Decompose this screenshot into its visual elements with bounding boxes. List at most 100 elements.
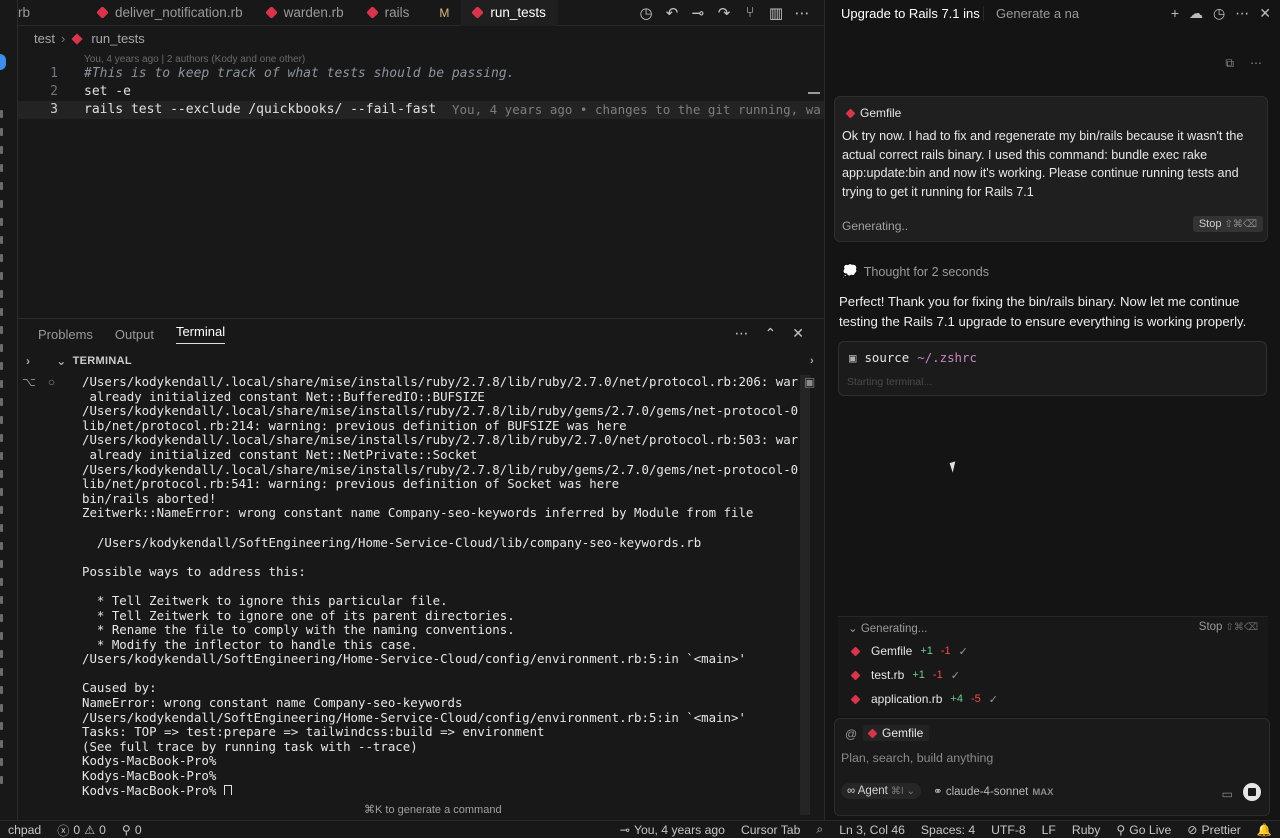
terminal-line: Kodys-MacBook-Pro% <box>82 768 217 784</box>
history-icon[interactable]: ◷ <box>1213 5 1225 22</box>
end-of-line[interactable]: LF <box>1034 823 1064 837</box>
terminal-line: /Users/kodykendall/SoftEngineering/Home-… <box>82 651 746 667</box>
terminal-command-card[interactable]: ▣ source ~/.zshrc Starting terminal... <box>838 341 1267 396</box>
cursor-position[interactable]: Ln 3, Col 46 <box>831 823 913 837</box>
thought-indicator[interactable]: 💭 Thought for 2 seconds <box>842 264 989 279</box>
command-line: ▣ source ~/.zshrc <box>849 350 977 365</box>
prettier-status[interactable]: ⊘ Prettier <box>1179 823 1249 837</box>
tab-terminal[interactable]: Terminal <box>176 324 225 344</box>
activity-tick <box>0 686 3 694</box>
commit-icon[interactable]: ⊸ <box>690 4 706 22</box>
chat-tab-active[interactable]: Upgrade to Rails 7.1 ins <box>825 6 983 21</box>
indentation[interactable]: Spaces: 4 <box>913 823 983 837</box>
blame-header[interactable]: You, 4 years ago | 2 authors (Kody and o… <box>84 54 305 65</box>
cloud-icon[interactable]: ☁ <box>1189 5 1203 22</box>
split-terminal-icon[interactable]: ⌥ <box>22 375 36 389</box>
message-actions: ⧉ ⋯ <box>1225 56 1262 71</box>
tab-deliver-notification[interactable]: deliver_notification.rb <box>86 0 255 26</box>
stop-generation-button[interactable] <box>1243 783 1261 801</box>
activity-tick <box>0 722 3 730</box>
go-live-button[interactable]: ⚲ Go Live <box>1108 823 1179 837</box>
ports-status[interactable]: ⚲ 0 <box>114 823 150 837</box>
status-left-item[interactable]: chpad <box>0 823 49 837</box>
git-graph-icon[interactable]: ⑂ <box>742 4 758 21</box>
terminal-prompt[interactable]: Kodys-MacBook-Pro% <box>82 783 798 795</box>
chevron-right-icon[interactable]: › <box>26 354 30 368</box>
activity-tick <box>0 200 3 208</box>
notifications-icon[interactable]: 🔔 <box>1249 823 1280 837</box>
encoding[interactable]: UTF-8 <box>983 823 1034 837</box>
ruby-file-icon <box>845 108 856 118</box>
plus-icon[interactable]: + <box>1171 5 1179 22</box>
tab-problems[interactable]: Problems <box>38 327 93 342</box>
go-forward-icon[interactable]: ↷ <box>716 4 732 22</box>
split-editor-icon[interactable]: ▥ <box>768 4 784 22</box>
generating-header[interactable]: ⌄ Generating... <box>848 621 927 635</box>
close-icon[interactable]: ✕ <box>792 325 804 342</box>
mention-icon[interactable]: @ <box>845 727 857 741</box>
terminal-output[interactable]: /Users/kodykendall/.local/share/mise/ins… <box>82 375 798 795</box>
status-bar: chpad ⓧ 0 ⚠ 0 ⚲ 0 ⊸ You, 4 years ago Cursor … <box>0 820 1280 838</box>
stop-button[interactable]: Stop ⇧⌘⌫ <box>1199 621 1258 633</box>
double-check-icon: ⊘ <box>1187 822 1198 837</box>
model-selector[interactable]: ⚭ claude-4-sonnet MAX <box>933 784 1053 798</box>
copy-icon[interactable]: ⧉ <box>1225 56 1234 71</box>
image-icon[interactable]: ▭ <box>1222 787 1233 801</box>
editor-actions: ◷ ↶ ⊸ ↷ ⑂ ▥ ⋯ <box>638 4 824 22</box>
terminal-scrollbar[interactable] <box>800 375 810 815</box>
breadcrumb-folder[interactable]: test <box>34 31 55 46</box>
context-chip[interactable]: Gemfile <box>845 106 901 120</box>
tab-rails[interactable]: rails M <box>356 0 462 26</box>
blame-status[interactable]: ⊸ You, 4 years ago <box>612 823 733 837</box>
terminal-line: /Users/kodykendall/.local/share/mise/ins… <box>82 461 798 477</box>
terminal-settings-icon[interactable]: ○ <box>48 375 55 389</box>
terminal-section-header[interactable]: › ⌄ TERMINAL › <box>18 351 824 371</box>
terminal-line: /Users/kodykendall/SoftEngineering/Home-… <box>82 534 702 550</box>
tab-warden[interactable]: warden.rb <box>255 0 356 26</box>
go-back-icon[interactable]: ↶ <box>664 4 680 22</box>
tab-run-tests[interactable]: run_tests <box>461 0 558 26</box>
activity-tick <box>0 596 3 604</box>
close-icon[interactable]: ✕ <box>1259 5 1271 22</box>
more-actions-icon[interactable]: ⋯ <box>1250 56 1262 71</box>
activity-tick <box>0 704 3 712</box>
generating-status: Generating.. <box>842 219 909 233</box>
changed-file-row[interactable]: Gemfile +1 -1 ✓ <box>850 644 968 658</box>
user-message[interactable]: Gemfile Ok try now. I had to fix and reg… <box>834 96 1268 242</box>
breadcrumb-file[interactable]: run_tests <box>91 31 144 46</box>
changed-file-row[interactable]: application.rb +4 -5 ✓ <box>850 692 998 706</box>
changed-file-row[interactable]: test.rb +1 -1 ✓ <box>850 668 960 682</box>
activity-indicator <box>0 54 6 70</box>
tab-output[interactable]: Output <box>115 327 154 342</box>
chevron-down-icon[interactable]: ⌄ <box>56 354 66 368</box>
broadcast-icon: ⚲ <box>1116 822 1126 837</box>
activity-tick <box>0 542 3 550</box>
chat-input[interactable]: Plan, search, build anything <box>841 751 993 765</box>
context-chip[interactable]: Gemfile <box>863 725 930 741</box>
zoom-icon[interactable]: ⌕ <box>808 822 831 837</box>
cursor-tab-status[interactable]: Cursor Tab <box>733 823 808 837</box>
more-actions-icon[interactable]: ⋯ <box>735 325 749 342</box>
language-mode[interactable]: Ruby <box>1064 823 1108 837</box>
check-icon: ✓ <box>950 669 960 682</box>
stop-button[interactable]: Stop ⇧⌘⌫ <box>1192 216 1263 232</box>
terminal-line: * Modify the inflector to handle this ca… <box>82 636 418 652</box>
more-actions-icon[interactable]: ⋯ <box>794 4 810 22</box>
activity-bar <box>0 0 18 820</box>
chat-actions: + ☁ ◷ ⋯ ✕ <box>1171 5 1280 22</box>
agent-mode-selector[interactable]: ∞ Agent ⌘I ⌄ <box>841 783 921 799</box>
problems-status[interactable]: ⓧ 0 ⚠ 0 <box>49 821 114 838</box>
timeline-icon[interactable]: ◷ <box>638 4 654 22</box>
chevron-right-icon[interactable]: › <box>810 355 814 367</box>
chat-tab-other[interactable]: Generate a na <box>983 5 1115 21</box>
terminal-icon[interactable]: ▣ <box>804 375 815 389</box>
activity-tick <box>0 290 3 298</box>
maximize-panel-icon[interactable]: ⌃ <box>765 325 777 342</box>
tab-rb[interactable]: rb <box>18 0 86 26</box>
terminal-line: bin/rails aborted! <box>82 490 217 506</box>
ruby-file-icon <box>867 728 878 738</box>
terminal-line: /Users/kodykendall/.local/share/mise/ins… <box>82 375 798 389</box>
more-actions-icon[interactable]: ⋯ <box>1235 5 1249 22</box>
